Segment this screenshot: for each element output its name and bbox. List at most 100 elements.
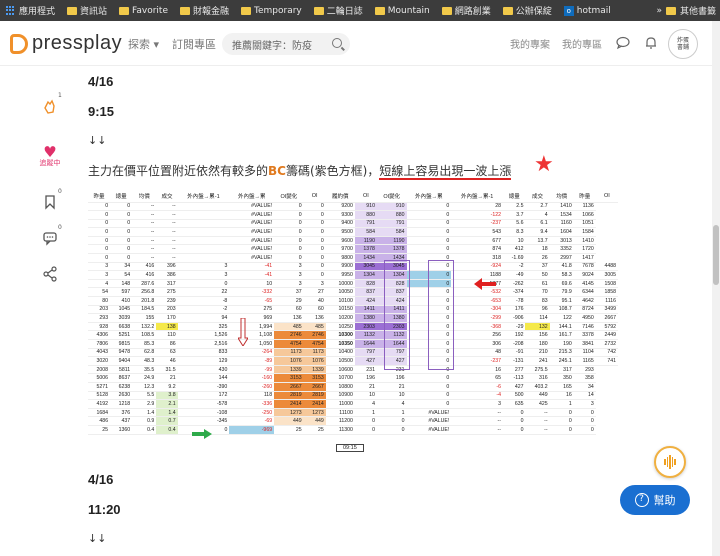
bookmark-item[interactable]: 網路創業 [436,4,497,17]
bookmark-item[interactable]: 應用程式 [0,4,61,17]
sheet-cell: 54 [88,287,111,298]
share-icon [43,266,57,282]
bookmark-button[interactable]: 0 [38,188,62,214]
clap-icon [44,99,55,114]
chat-icon[interactable] [616,36,630,50]
sheet-row: 2008 5811 35.5 31.5 430 -99 1339 1339 10600 231 23… [88,365,618,375]
time-heading: 9:15 [88,104,115,119]
share-button[interactable] [38,266,62,286]
sheet-cell: 118 [229,391,275,401]
sheet-cell: 10800 [325,382,355,392]
sheet-row: 5128 2630 5.5 3.8 172 118 2819 2819 10900 10 10 0 -4… [88,391,618,401]
sheet-cell: 427 [354,356,377,366]
sheet-cell: 22 [177,287,230,298]
sheet-cell: 2746 [303,330,326,340]
sheet-cell: 9900 [325,262,355,272]
bell-icon[interactable] [644,36,658,50]
sheet-cell: 4043 [88,348,111,358]
sheet-cell: 256 [451,330,503,340]
scrollbar-track[interactable] [712,21,720,556]
post-paragraph: 主力在價平位置附近依然有較多的BC籌碼(紫色方框)，短線上容易出現一波上漲 [88,164,512,180]
sheet-cell [177,202,230,212]
bookmark-item[interactable]: 財報金融 [174,4,235,17]
bookmark-item[interactable]: 公辦保綻 [497,4,558,17]
sheet-cell: 3005 [595,270,618,280]
sheet-cell: -29 [503,322,526,332]
sheet-cell: 0 [406,227,452,237]
sheet-cell: 5.5 [132,391,157,401]
follow-button[interactable]: ♥ 追蹤中 [38,142,62,168]
sheet-cell: 3 [451,399,503,409]
sheet-cell: 430 [177,365,230,375]
sheet-cell: 427 [503,382,526,392]
avatar[interactable]: 炸蛋 書鋪 [668,29,698,59]
scrollbar-thumb[interactable] [713,225,719,285]
sheet-cell: 0 [110,244,133,255]
sheet-cell: 41.8 [549,262,574,272]
sheet-cell: 0 [549,416,574,426]
bookmark-item[interactable]: o hotmail [558,5,617,16]
sheet-cell: -260 [229,382,275,392]
sheet-cell: 0 [573,425,596,435]
sheet-cell: 437 [110,416,133,426]
sheet-cell: 9.4 [525,227,550,237]
sheet-cell: 1.4 [132,408,157,418]
pressplay-logo[interactable]: pressplay [10,32,122,55]
my-area-link[interactable]: 我的專區 [562,36,602,51]
sheet-cell: 1218 [110,399,133,409]
sheet-cell: 4192 [88,399,111,409]
bookmark-item[interactable]: 二輪日誌 [308,4,369,17]
sheet-cell: -91 [503,348,526,358]
like-button[interactable]: 1 [38,92,62,120]
sheet-cell: 969 [229,313,275,323]
sheet-cell: 10250 [325,322,355,332]
sheet-cell: 1604 [549,227,574,237]
sheet-cell: -- [156,236,178,246]
sheet-header-cell: 成交 [156,190,178,203]
sheet-cell: 424 [354,296,377,306]
sheet-cell: 2,516 [177,339,230,349]
sheet-cell: 203 [156,305,178,315]
sheet-cell: 156 [525,330,550,340]
sheet-cell: 29 [274,296,304,306]
comment-button[interactable]: 0 [38,224,62,250]
sheet-cell: 11000 [325,399,355,409]
search-icon[interactable] [332,38,342,48]
nav-explore[interactable]: 探索 ▾ [128,36,159,52]
more-bookmarks-chevron: » [656,5,662,16]
sheet-cell [177,219,230,229]
sheet-cell: -- [156,227,178,237]
sheet-cell: 4950 [573,313,596,323]
sheet-cell: 0 [549,425,574,435]
my-projects-link[interactable]: 我的專案 [510,36,550,51]
other-bookmarks[interactable]: » 其他書籤 [652,0,716,21]
sheet-cell: 1508 [595,279,618,289]
sheet-cell: 2819 [303,391,326,401]
search-input[interactable]: 推薦關鍵字：防疫 [222,33,350,55]
help-button[interactable]: ? 幫助 [620,485,690,515]
folder-icon [119,6,130,15]
audio-player-button[interactable] [654,446,686,478]
folder-icon [313,6,324,15]
bookmark-item[interactable]: 資訊站 [61,4,113,17]
sheet-cell: 3020 [88,356,111,366]
sheet-cell: 6344 [573,287,596,298]
sheet-cell: -2 [503,262,526,272]
sheet-cell: 791 [376,219,407,229]
star-icon: ★ [534,152,554,177]
sheet-cell: 62.8 [132,348,157,358]
bookmark-item[interactable]: Temporary [235,6,308,16]
sheet-cell: 500 [503,391,526,401]
nav-subscription[interactable]: 訂閱專區 [172,36,216,52]
bookmark-item[interactable]: Mountain [369,6,436,16]
sheet-cell: 144 [177,373,230,383]
sheet-cell: 6.1 [525,219,550,229]
sheet-cell: 94 [177,313,230,323]
bookmark-item[interactable]: Favorite [113,6,174,16]
sheet-cell: 63 [156,348,178,358]
sheet-cell: #VALUE! [229,202,275,212]
sheet-cell: 16 [451,365,503,375]
sheet-cell: 28 [451,202,503,212]
sheet-cell: 9950 [325,270,355,280]
sheet-cell: 1076 [303,356,326,366]
